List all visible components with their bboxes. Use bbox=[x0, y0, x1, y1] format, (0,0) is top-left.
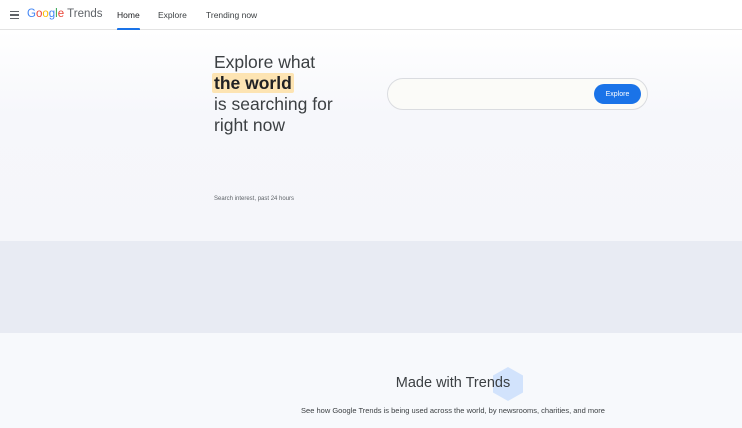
headline-line: right now bbox=[214, 115, 286, 135]
explore-button[interactable]: Explore bbox=[594, 84, 641, 104]
tab-explore[interactable]: Explore bbox=[158, 0, 187, 30]
trends-carousel-band bbox=[0, 241, 742, 333]
top-app-bar: Google Trends Home Explore Trending now bbox=[0, 0, 742, 30]
hero-headline: Explore what the world is searching for … bbox=[212, 52, 384, 136]
tab-home[interactable]: Home bbox=[117, 0, 140, 30]
search-input[interactable] bbox=[400, 85, 595, 105]
made-with-trends-subtitle: See how Google Trends is being used acro… bbox=[301, 406, 605, 415]
google-trends-logo[interactable]: Google Trends bbox=[27, 8, 103, 22]
headline-highlight: the world bbox=[212, 73, 294, 93]
google-trends-page: Google Trends Home Explore Trending now … bbox=[0, 0, 742, 428]
headline-line: Explore what bbox=[214, 52, 316, 72]
tab-trending-now[interactable]: Trending now bbox=[206, 0, 257, 30]
trends-wordmark: Trends bbox=[67, 8, 103, 20]
search-interest-label: Search interest, past 24 hours bbox=[214, 196, 295, 202]
headline-line: is searching for bbox=[214, 94, 333, 114]
made-with-trends-title: Made with Trends bbox=[395, 375, 511, 391]
search-box[interactable]: Explore bbox=[387, 78, 648, 110]
hamburger-menu-icon[interactable] bbox=[6, 7, 22, 23]
google-wordmark: Google bbox=[27, 8, 65, 20]
